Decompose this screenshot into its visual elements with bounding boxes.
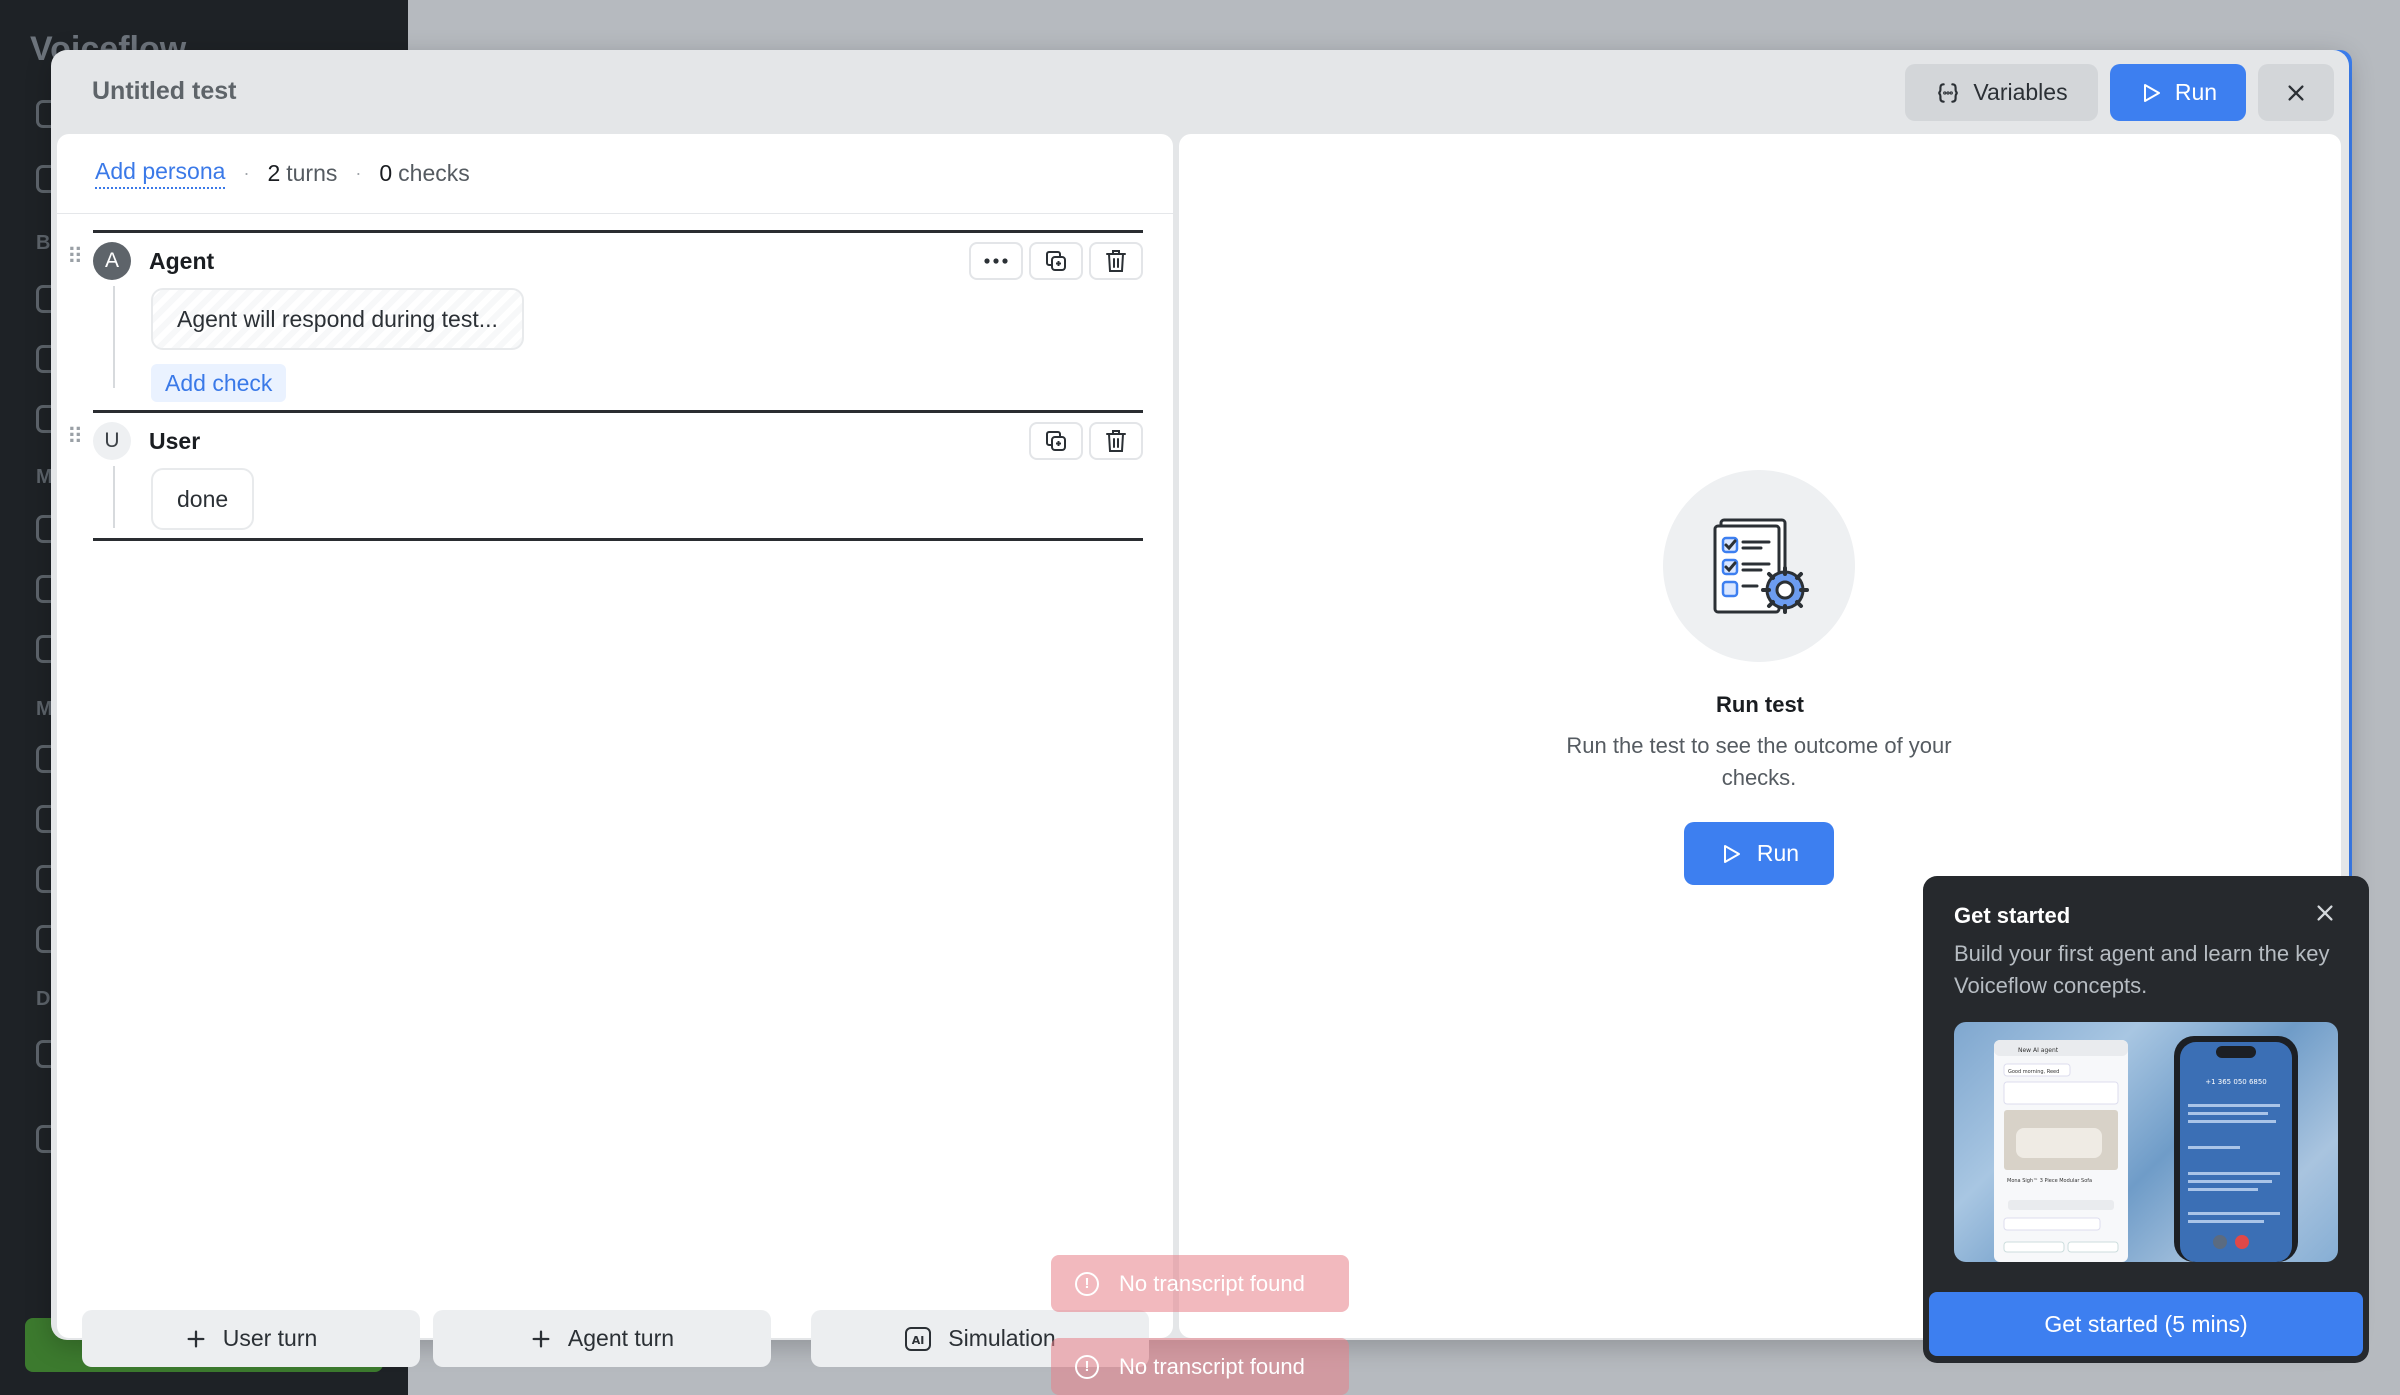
agent-turn-label: Agent turn <box>567 1325 675 1351</box>
trash-icon <box>1106 250 1126 272</box>
turn-role-user: User <box>149 428 201 454</box>
get-started-close-button[interactable] <box>2314 902 2336 929</box>
alert-icon: ! <box>1075 1271 1099 1296</box>
add-user-turn-button[interactable]: User turn <box>82 1310 420 1367</box>
modal-title: Untitled test <box>92 77 237 105</box>
preview-illustration: New AI agent Good morning, Reed Mona Sig… <box>1994 1036 2298 1262</box>
user-message-bubble[interactable]: done <box>151 468 255 530</box>
turn-connector <box>113 286 115 388</box>
turn-connector <box>113 466 115 528</box>
preview-chat-header: New AI agent <box>2018 1047 2059 1054</box>
turn-divider <box>93 538 1143 541</box>
turns-count: 2 <box>267 160 281 186</box>
checks-count: 0 <box>379 160 393 186</box>
svg-text:AI: AI <box>912 1334 925 1347</box>
simulation-label: Simulation <box>948 1325 1056 1351</box>
more-icon <box>984 258 1008 264</box>
close-icon <box>2317 905 2333 921</box>
drag-handle-icon[interactable]: ⠿ <box>67 424 83 450</box>
error-toast: ! No transcript found <box>1051 1338 1349 1395</box>
section-letter: D <box>36 988 51 1010</box>
section-letter: B <box>36 232 51 254</box>
preview-greeting: Good morning, Reed <box>2008 1069 2059 1075</box>
run-test-title: Run test <box>1716 692 1804 717</box>
run-test-button[interactable]: Run <box>1684 822 1834 885</box>
duplicate-turn-button[interactable] <box>1029 242 1083 280</box>
add-persona-link[interactable]: Add persona <box>95 158 226 189</box>
variables-icon <box>1938 82 1959 103</box>
ai-icon: AI <box>905 1326 932 1351</box>
user-turn-label: User turn <box>222 1325 318 1351</box>
user-avatar: U <box>93 422 131 460</box>
get-started-button[interactable]: Get started (5 mins) <box>1929 1292 2363 1356</box>
get-started-preview-image: New AI agent Good morning, Reed Mona Sig… <box>1954 1022 2338 1262</box>
close-modal-button[interactable] <box>2258 64 2334 121</box>
toast-message: No transcript found <box>1119 1270 1305 1296</box>
delete-turn-button[interactable] <box>1089 242 1143 280</box>
turns-label: turns <box>286 160 338 186</box>
test-summary-bar: Add persona · 2 turns · 0 checks <box>57 134 1173 214</box>
duplicate-icon <box>1046 431 1066 451</box>
variables-button[interactable]: Variables <box>1905 64 2098 121</box>
add-check-button[interactable]: Add check <box>151 364 287 402</box>
trash-icon <box>1106 430 1126 452</box>
agent-message-bubble: Agent will respond during test... <box>151 288 524 350</box>
plus-icon <box>532 1330 550 1347</box>
get-started-title: Get started <box>1954 903 2071 928</box>
separator-dot: · <box>243 163 250 183</box>
turn-divider <box>93 230 1143 233</box>
preview-product: Mona Sigh™ 3 Piece Modular Sofa <box>2007 1178 2092 1184</box>
get-started-card: Get started Build your first agent and l… <box>1923 876 2369 1363</box>
turn-divider <box>93 410 1143 413</box>
agent-avatar: A <box>93 242 131 280</box>
duplicate-icon <box>1046 251 1066 271</box>
more-options-button[interactable] <box>969 242 1023 280</box>
run-test-label: Run <box>1756 840 1800 866</box>
play-icon <box>2143 83 2160 102</box>
separator-dot: · <box>355 163 362 183</box>
turn-role-agent: Agent <box>149 248 215 274</box>
delete-turn-button[interactable] <box>1089 422 1143 460</box>
turns-panel: Add persona · 2 turns · 0 checks ⠿ A Age… <box>57 134 1173 1367</box>
drag-handle-icon[interactable]: ⠿ <box>67 244 83 270</box>
run-button-header[interactable]: Run <box>2110 64 2246 121</box>
toast-message: No transcript found <box>1119 1353 1305 1379</box>
plus-icon <box>187 1330 205 1347</box>
error-toast: ! No transcript found <box>1051 1255 1349 1312</box>
checklist-gear-icon <box>1713 518 1809 614</box>
get-started-description: Build your first agent and learn the key… <box>1954 941 2330 998</box>
duplicate-turn-button[interactable] <box>1029 422 1083 460</box>
variables-label: Variables <box>1973 79 2068 105</box>
alert-icon: ! <box>1075 1354 1099 1379</box>
play-icon <box>1723 844 1740 863</box>
run-test-description: Run the test to see the outcome of your … <box>1566 733 1952 790</box>
run-label: Run <box>2174 79 2218 105</box>
checks-label: checks <box>398 160 470 186</box>
checklist-illustration <box>1663 470 1855 662</box>
close-icon <box>2288 84 2304 101</box>
preview-phone-number: +1 365 050 6850 <box>2205 1078 2267 1086</box>
add-agent-turn-button[interactable]: Agent turn <box>433 1310 771 1367</box>
